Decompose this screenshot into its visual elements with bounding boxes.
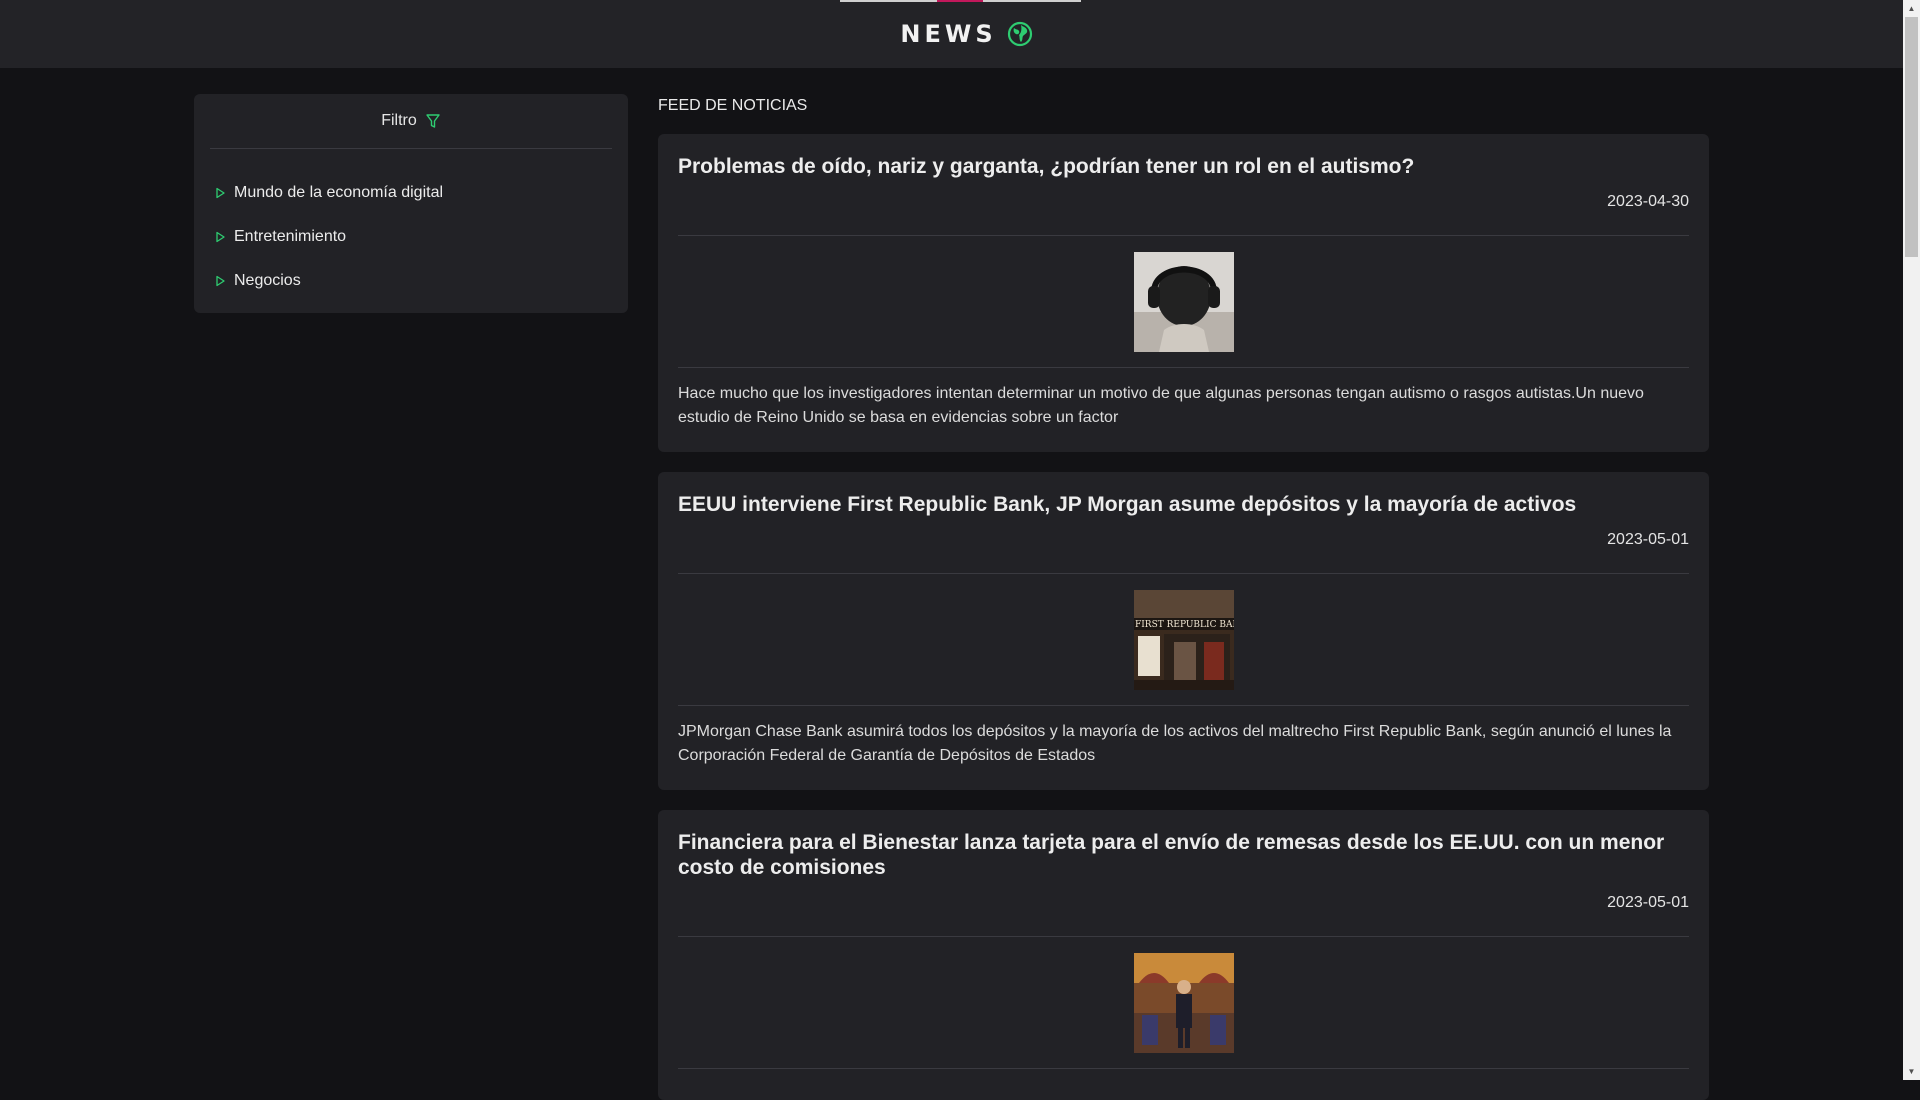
filter-item-label: Mundo de la economía digital [234,184,444,201]
article-description: Hace mucho que los investigadores intent… [678,385,1644,426]
filter-item-entretenimiento[interactable]: Entretenimiento [214,215,628,259]
article-date: 2023-05-01 [1607,894,1689,911]
divider [678,1068,1689,1069]
article-image[interactable] [1133,952,1234,1053]
news-card[interactable]: Financiera para el Bienestar lanza tarje… [658,810,1709,1100]
scroll-up-icon[interactable]: ▲ [1903,0,1920,17]
loading-indicator [840,0,1081,2]
article-title[interactable]: Financiera para el Bienestar lanza tarje… [678,810,1689,880]
filter-label: Filtro [381,112,417,129]
brand[interactable]: NEWS [900,20,1032,48]
article-image-wrap: FIRST REPUBLIC BAN [678,574,1689,705]
article-image-wrap [678,937,1689,1068]
filter-list: Mundo de la economía digital Entretenimi… [194,149,628,303]
news-card[interactable]: Problemas de oído, nariz y garganta, ¿po… [658,134,1709,452]
article-image-wrap [678,236,1689,367]
article-date: 2023-04-30 [1607,193,1689,210]
filter-panel: Filtro Mundo de la economía digital Entr… [194,94,628,313]
triangle-right-icon [216,187,225,199]
globe-icon [1007,21,1032,47]
filter-item-economia-digital[interactable]: Mundo de la economía digital [214,171,628,215]
filter-item-negocios[interactable]: Negocios [214,259,628,303]
article-image[interactable] [1133,251,1234,352]
article-description: JPMorgan Chase Bank asumirá todos los de… [678,723,1672,764]
filter-header[interactable]: Filtro [210,94,612,149]
top-header: NEWS [0,0,1903,68]
triangle-right-icon [216,275,225,287]
news-card[interactable]: EEUU interviene First Republic Bank, JP … [658,472,1709,790]
filter-item-label: Entretenimiento [234,228,347,245]
scroll-down-icon[interactable]: ▼ [1903,1063,1920,1080]
app-title: NEWS [900,20,997,48]
article-title[interactable]: EEUU interviene First Republic Bank, JP … [678,472,1689,517]
image-caption: FIRST REPUBLIC BAN [1135,620,1234,630]
filter-item-label: Negocios [234,272,301,289]
vertical-scrollbar[interactable]: ▲ ▼ [1903,0,1920,1080]
filter-icon [426,114,440,128]
triangle-right-icon [216,231,225,243]
article-image[interactable]: FIRST REPUBLIC BAN [1133,589,1234,690]
feed-title: FEED DE NOTICIAS [658,97,808,114]
article-title[interactable]: Problemas de oído, nariz y garganta, ¿po… [678,134,1689,179]
article-date: 2023-05-01 [1607,531,1689,548]
scroll-thumb[interactable] [1905,17,1918,257]
